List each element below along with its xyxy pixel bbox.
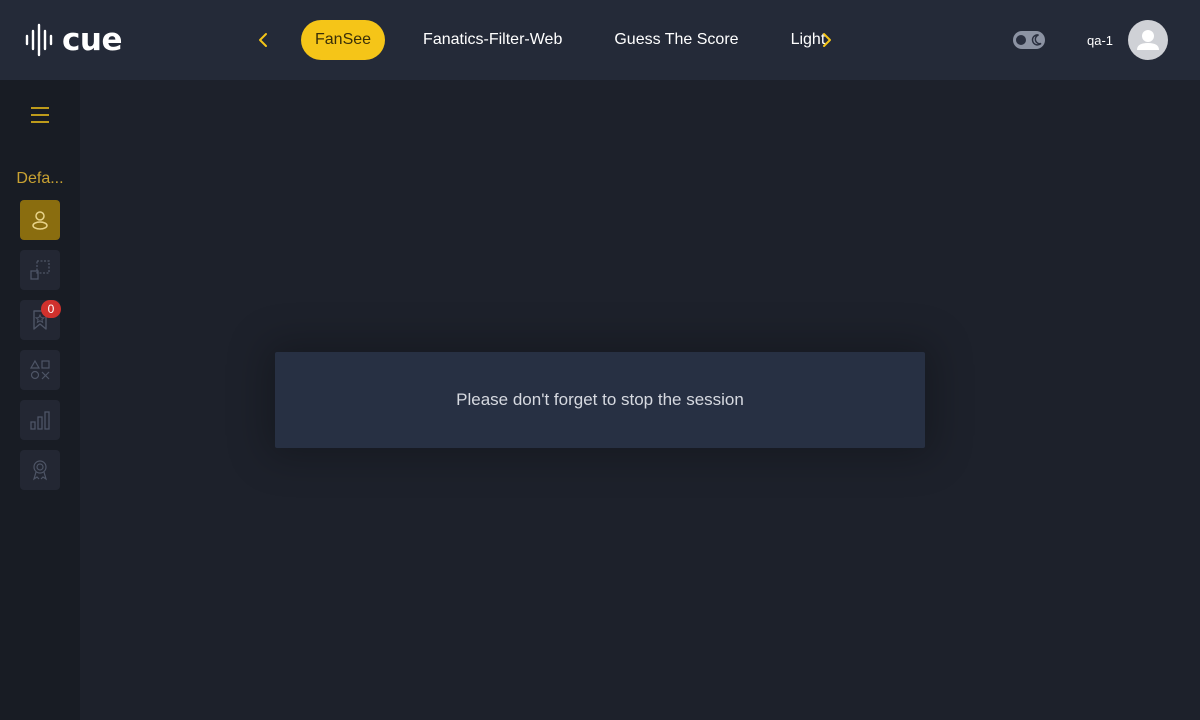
tab-fansee[interactable]: FanSee [301,20,386,60]
award-ribbon-icon [32,460,48,481]
theme-toggle[interactable] [1013,31,1045,49]
tabs-scroll-right-button[interactable] [814,20,840,60]
bar-chart-icon [30,411,50,430]
sidebar-item-awards[interactable] [20,450,60,490]
workspace-label[interactable]: Defa... [0,170,80,188]
sidebar: Defa... 0 [0,80,80,720]
logo-text: cue [62,22,122,58]
layout-icon [30,260,50,280]
username: qa-1 [1087,33,1114,48]
session-reminder-dialog: Please don't forget to stop the session [275,352,925,448]
tab-guess-the-score[interactable]: Guess The Score [600,20,752,60]
sidebar-item-user[interactable] [20,200,60,240]
menu-toggle-button[interactable] [31,106,49,124]
session-reminder-message: Please don't forget to stop the session [456,390,744,409]
sidebar-item-bookmarks[interactable]: 0 [20,300,61,340]
tabs-viewport: FanSee Fanatics-Filter-Web Guess The Sco… [276,20,836,60]
sound-wave-logo-icon [25,23,53,57]
top-bar: cue FanSee Fanatics-Filter-Web Guess The… [0,0,1200,80]
project-tabs: FanSee Fanatics-Filter-Web Guess The Sco… [250,20,840,60]
sidebar-item-analytics[interactable] [20,400,60,440]
person-icon [32,211,48,230]
moon-icon [1031,34,1042,46]
user-avatar[interactable] [1128,20,1168,60]
sidebar-item-layout[interactable] [20,250,60,290]
tabs-scroll-left-button[interactable] [250,20,276,60]
hamburger-icon [31,107,49,123]
tab-fanatics-filter-web[interactable]: Fanatics-Filter-Web [409,20,576,60]
shapes-icon [29,359,50,380]
chevron-right-icon [823,33,831,47]
user-icon [1137,30,1159,50]
bookmarks-count-badge: 0 [41,300,61,318]
chevron-left-icon [259,33,267,47]
app-logo[interactable]: cue [24,22,122,58]
toggle-knob [1016,35,1026,45]
sidebar-item-shapes[interactable] [20,350,60,390]
